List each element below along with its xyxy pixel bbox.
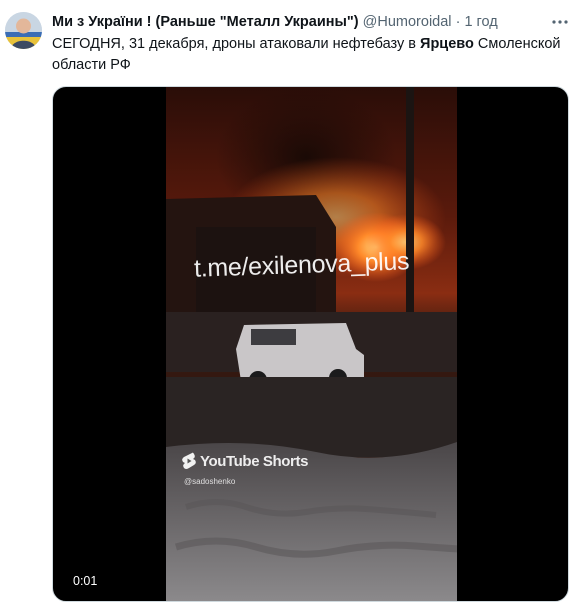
more-horizontal-icon xyxy=(552,20,568,24)
video-timecode: 0:01 xyxy=(73,574,98,588)
user-handle[interactable]: @Humoroidal xyxy=(363,14,452,30)
video-frame: t.me/exilenova_plus YouTube Shorts @sado… xyxy=(166,87,457,601)
avatar[interactable] xyxy=(5,12,42,49)
video-source-handle: @sadoshenko xyxy=(184,477,236,486)
more-options-button[interactable] xyxy=(548,12,572,32)
video-scene xyxy=(166,87,457,601)
youtube-shorts-icon xyxy=(182,452,196,469)
display-name[interactable]: Ми з України ! (Раньше "Металл Украины") xyxy=(52,14,359,30)
tweet-header: Ми з України ! (Раньше "Металл Украины")… xyxy=(52,12,522,34)
youtube-shorts-badge: YouTube Shorts xyxy=(181,452,308,470)
video-player[interactable]: t.me/exilenova_plus YouTube Shorts @sado… xyxy=(52,86,569,602)
tweet[interactable]: Ми з України ! (Раньше "Металл Украины")… xyxy=(0,0,579,614)
separator-dot: · xyxy=(455,14,461,30)
tweet-time[interactable]: 1 год xyxy=(464,14,497,30)
avatar-image xyxy=(5,12,42,49)
tweet-text-location[interactable]: Ярцево xyxy=(420,36,474,52)
tweet-text: СЕГОДНЯ, 31 декабря, дроны атаковали неф… xyxy=(52,34,572,76)
youtube-shorts-label: YouTube Shorts xyxy=(200,452,309,470)
tweet-text-part1: СЕГОДНЯ, 31 декабря, дроны атаковали неф… xyxy=(52,36,421,52)
